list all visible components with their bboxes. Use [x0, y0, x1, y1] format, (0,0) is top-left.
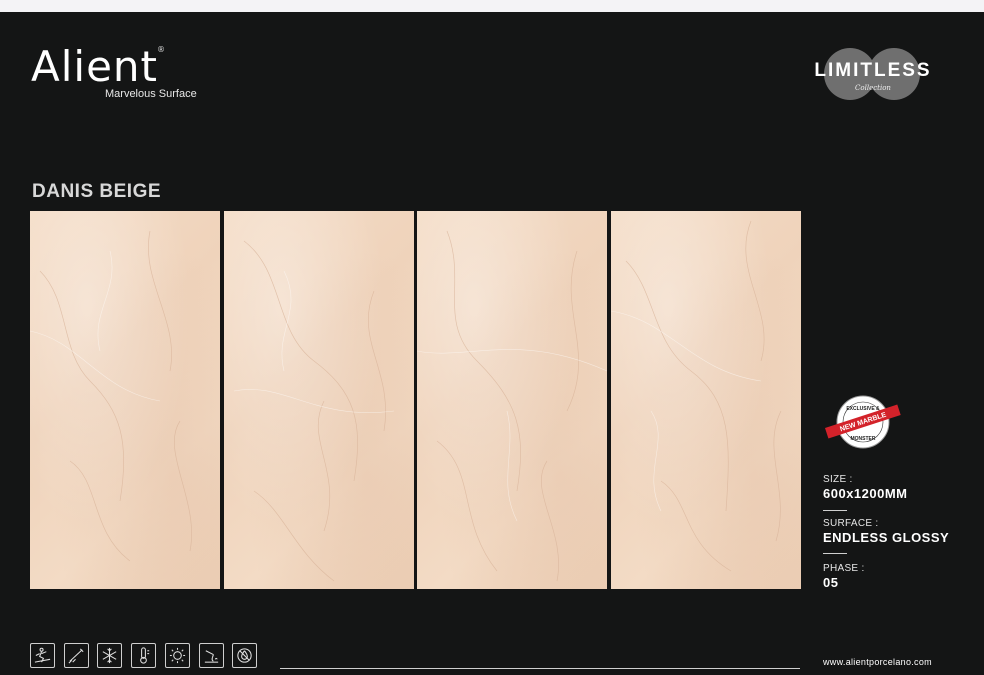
spec-surface: SURFACE : ENDLESS GLOSSY: [823, 518, 949, 545]
badge-top-text: EXCLUSIVE &: [846, 406, 880, 412]
tile-image: [417, 211, 607, 589]
product-name: DANIS BEIGE: [32, 181, 162, 202]
anti-slip-icon: [30, 643, 55, 668]
registered-mark: ®: [157, 45, 166, 54]
uv-resistant-icon: [165, 643, 190, 668]
new-marble-badge: EXCLUSIVE & NEW MARBLE MONSTER: [823, 392, 903, 452]
spec-label: SIZE :: [823, 474, 853, 485]
spec-value: ENDLESS GLOSSY: [823, 530, 950, 545]
footer-divider: [280, 668, 800, 669]
heat-resistant-icon: [131, 643, 156, 668]
collection-subtitle: Collection: [855, 84, 891, 92]
marble-veins: [233, 240, 395, 582]
brand-logo: Alient ® Marvelous Surface: [31, 46, 197, 101]
collection-title: LIMITLESS: [814, 60, 932, 81]
spec-label: PHASE :: [823, 563, 865, 574]
spec-value: 600x1200MM: [823, 486, 908, 501]
spec-divider: [823, 510, 847, 511]
collection-logo: LIMITLESS Collection: [798, 46, 948, 102]
website-url: www.alientporcelano.com: [823, 657, 932, 667]
tile-image: [30, 211, 220, 589]
marble-veins: [611, 220, 782, 572]
chemical-resistant-icon: [199, 643, 224, 668]
no-water-absorption-icon: [232, 643, 257, 668]
top-strip: [0, 0, 984, 12]
badge-bottom-text: MONSTER: [851, 436, 876, 442]
frost-resistant-icon: [97, 643, 122, 668]
scratch-resistant-icon: [64, 643, 89, 668]
brand-name: Alient ®: [31, 46, 165, 88]
brand-name-text: Alient: [31, 42, 158, 91]
tile-image: [224, 211, 414, 589]
spec-label: SURFACE :: [823, 518, 879, 529]
spec-phase: PHASE : 05: [823, 563, 865, 590]
marble-veins: [417, 230, 607, 582]
marble-veins: [30, 230, 192, 562]
tile-image: [611, 211, 801, 589]
catalog-page: Alient ® Marvelous Surface LIMITLESS Coll…: [0, 12, 984, 675]
spec-divider: [823, 553, 847, 554]
brand-tagline: Marvelous Surface: [105, 88, 197, 100]
spec-value: 05: [823, 575, 839, 590]
spec-size: SIZE : 600x1200MM: [823, 474, 908, 501]
